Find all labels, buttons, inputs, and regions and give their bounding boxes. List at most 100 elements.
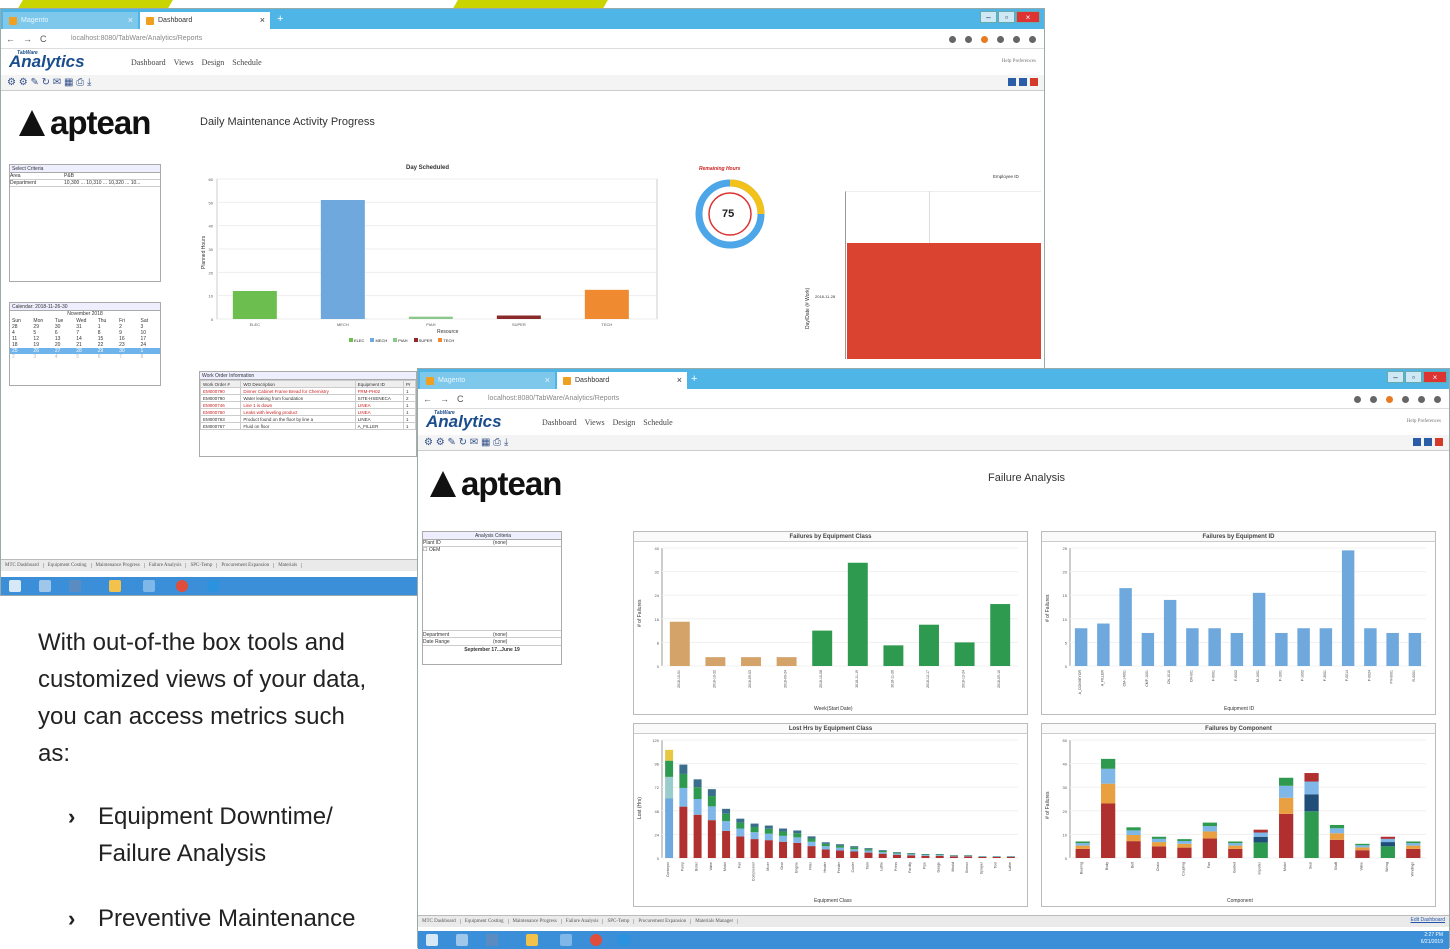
edit-dashboard-link[interactable]: Edit Dashboard [1411,917,1445,923]
report-tab[interactable]: MTC Dashboard [1,563,44,568]
report-tab[interactable]: Equipment Costing [44,563,92,568]
legend-item[interactable]: MECH [370,338,387,343]
nav-buttons[interactable]: ←→C [423,389,472,409]
minimize-button[interactable]: – [980,11,997,23]
url-field[interactable]: localhost:8080/TabWare/Analytics/Reports [488,389,619,409]
table-row[interactable]: EM000763Product found on the floor by li… [201,416,416,423]
maximize-icon[interactable] [1019,78,1027,86]
maximize-button[interactable]: ▫ [998,11,1015,23]
table-row[interactable]: EM000767Fluid on floorA_FILLER1 [201,423,416,430]
close-icon[interactable]: × [677,372,682,389]
restore-icon[interactable] [1008,78,1016,86]
restore-icon[interactable] [1413,438,1421,446]
date-range-value[interactable]: September 17...June 19 [423,646,561,655]
calendar-day[interactable]: 5 [74,354,95,360]
report-tab[interactable]: Equipment Costing [461,919,509,924]
taskbar-app-icon[interactable] [486,934,498,946]
oem-checkbox[interactable]: ☐ OEM [423,547,561,554]
ie-icon[interactable] [207,580,219,592]
extension-icon[interactable] [1386,396,1393,403]
legend-item[interactable]: TECH [438,338,454,343]
menu-schedule[interactable]: Schedule [232,58,261,67]
menu-schedule[interactable]: Schedule [643,418,672,427]
chrome-icon[interactable] [590,934,602,946]
criteria-row[interactable]: Department10,300 ... 10,310 ... 10,320 .… [10,180,160,187]
nav-buttons[interactable]: ←→C [6,29,55,49]
taskbar-app-icon[interactable] [560,934,572,946]
report-tab[interactable]: Maintenance Progress [92,563,145,568]
report-tab[interactable]: Failure Analysis [145,563,187,568]
close-icon[interactable] [1435,438,1443,446]
analytics-logo[interactable]: TabWareAnalytics [9,52,85,72]
taskbar-app-icon[interactable] [143,580,155,592]
table-row[interactable]: EM000746Line 1 is downLINEA1 [201,402,416,409]
help-links[interactable]: Help Preferences [1407,419,1441,424]
folder-icon[interactable] [526,934,538,946]
extension-icon[interactable] [1418,396,1425,403]
toolbar-icons[interactable]: ⚙ ⚙ ✎ ↻ ✉ ▦ ⎙ ⤓ [424,436,508,449]
tab-dashboard[interactable]: Dashboard× [557,372,687,389]
extension-icon[interactable] [965,36,972,43]
table-row[interactable]: EM000790Dinner Cabinet Frame Bread for C… [201,388,416,395]
calendar-day[interactable]: 2 [10,354,31,360]
menu-views[interactable]: Views [174,58,194,67]
taskbar-app-icon[interactable] [456,934,468,946]
criteria-row[interactable]: Department(none) [423,630,561,638]
menu-design[interactable]: Design [613,418,636,427]
extension-icon[interactable] [1013,36,1020,43]
menu-dashboard[interactable]: Dashboard [131,58,166,67]
menu-icon[interactable] [1434,396,1441,403]
calendar-day[interactable]: 4 [53,354,74,360]
new-tab-button[interactable]: + [277,12,283,26]
menu-icon[interactable] [1029,36,1036,43]
report-tab[interactable]: Procurement Expansion [634,919,691,924]
close-icon[interactable] [1030,78,1038,86]
close-icon[interactable]: × [128,12,133,29]
url-field[interactable]: localhost:8080/TabWare/Analytics/Reports [71,29,202,49]
report-tab[interactable]: Materials [274,563,302,568]
legend-item[interactable]: SUPER [414,338,433,343]
new-tab-button[interactable]: + [691,372,697,386]
close-icon[interactable]: × [545,372,550,389]
close-window-button[interactable]: × [1016,11,1040,23]
tab-magento[interactable]: Magento× [3,12,138,29]
report-tab[interactable]: MTC Dashboard [418,919,461,924]
extension-icon[interactable] [1370,396,1377,403]
extension-icon[interactable] [981,36,988,43]
help-links[interactable]: Help Preferences [1002,59,1036,64]
analytics-logo[interactable]: TabWareAnalytics [426,412,502,432]
calendar-day[interactable]: 3 [31,354,52,360]
close-icon[interactable]: × [260,12,265,29]
menu-design[interactable]: Design [202,58,225,67]
criteria-row[interactable]: Date Range(none) [423,638,561,646]
report-tab[interactable]: Materials Manager [691,919,738,924]
ie-icon[interactable] [618,934,630,946]
chrome-icon[interactable] [176,580,188,592]
extension-icon[interactable] [1402,396,1409,403]
legend-item[interactable]: ELEC [349,338,364,343]
table-row[interactable]: EM000790Water leaking from foundationSIT… [201,395,416,402]
taskbar-app-icon[interactable] [39,580,51,592]
maximize-button[interactable]: ▫ [1405,371,1422,383]
star-icon[interactable] [949,36,956,43]
start-icon[interactable] [426,934,438,946]
minimize-button[interactable]: – [1387,371,1404,383]
report-tab[interactable]: Maintenance Progress [509,919,562,924]
report-tab[interactable]: Procurement Expansion [217,563,274,568]
legend-item[interactable]: PIAH [393,338,407,343]
tab-magento[interactable]: Magento× [420,372,555,389]
report-tab[interactable]: SPC-Temp [186,563,217,568]
criteria-row[interactable]: AreaP&B [10,173,160,180]
table-row[interactable]: EM000760Leaks with leveling productLINEA… [201,409,416,416]
maximize-icon[interactable] [1424,438,1432,446]
star-icon[interactable] [1354,396,1361,403]
criteria-row[interactable]: Plant ID(none) [423,540,561,547]
close-window-button[interactable]: × [1423,371,1447,383]
folder-icon[interactable] [109,580,121,592]
report-tab[interactable]: Failure Analysis [562,919,604,924]
tab-dashboard[interactable]: Dashboard× [140,12,270,29]
calendar-day[interactable]: 8 [139,354,160,360]
calendar-day[interactable]: 7 [117,354,138,360]
calendar-day[interactable]: 6 [96,354,117,360]
report-tab[interactable]: SPC-Temp [603,919,634,924]
